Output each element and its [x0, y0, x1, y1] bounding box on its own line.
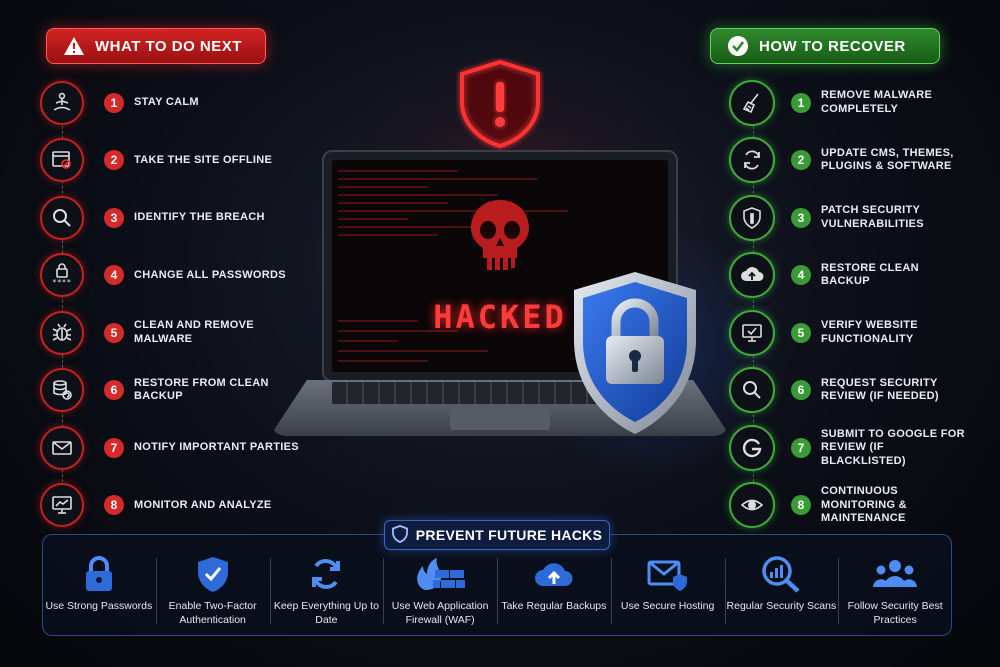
- step-number: 3: [791, 207, 811, 228]
- what-to-do-next-header: WHAT TO DO NEXT: [46, 28, 266, 64]
- step-label: SUBMIT TO GOOGLE FOR REVIEW (IF BLACKLIS…: [821, 427, 965, 467]
- skull-icon: [465, 196, 535, 279]
- list-item: 8 MONITOR AND ANALYZE: [40, 477, 314, 535]
- step-number: 6: [104, 380, 124, 401]
- list-item: 7 SUBMIT TO GOOGLE FOR REVIEW (IF BLACKL…: [729, 419, 971, 477]
- prevent-item: Use Web Application Firewall (WAF): [383, 548, 497, 636]
- step-number: 6: [791, 380, 811, 401]
- shield-icon: [729, 194, 775, 241]
- refresh-icon: [729, 137, 775, 184]
- prevent-items: Use Strong Passwords Enable Two-Factor A…: [42, 548, 952, 636]
- prevent-label: Use Secure Hosting: [620, 600, 715, 612]
- password-lock-icon: ****: [40, 253, 84, 298]
- list-item: 1 REMOVE MALWARE COMPLETELY: [729, 74, 971, 132]
- prevent-item: Use Secure Hosting: [610, 548, 725, 636]
- step-label: VERIFY WEBSITE FUNCTIONALITY: [821, 319, 918, 345]
- prevent-item: Follow Security Best Practices: [838, 548, 952, 636]
- prevent-label: Use Strong Passwords: [45, 600, 153, 612]
- how-to-recover-title: HOW TO RECOVER: [759, 37, 906, 55]
- how-to-recover-list: 1 REMOVE MALWARE COMPLETELY 2 UPDATE CMS…: [729, 74, 971, 534]
- step-number: 5: [791, 322, 811, 343]
- alert-shield-icon: [456, 58, 544, 155]
- step-label: STAY CALM: [134, 96, 199, 108]
- prevent-label: Regular Security Scans: [726, 600, 837, 612]
- prevent-item: Take Regular Backups: [497, 548, 611, 636]
- google-icon: [729, 424, 775, 471]
- step-label: REQUEST SECURITY REVIEW (IF NEEDED): [821, 376, 939, 403]
- step-number: 5: [104, 322, 124, 343]
- eye-icon: [729, 482, 775, 529]
- what-to-do-next-title: WHAT TO DO NEXT: [95, 37, 242, 55]
- prevent-item: Keep Everything Up to Date: [269, 548, 384, 636]
- list-item: 3 PATCH SECURITY VULNERABILITIES: [729, 189, 971, 247]
- prevent-item: Enable Two-Factor Authentication: [155, 548, 270, 636]
- scan-chart-icon: [761, 554, 801, 594]
- envelope-icon: [40, 425, 84, 470]
- prevent-label: Use Web Application Firewall (WAF): [391, 600, 489, 626]
- step-label: REMOVE MALWARE COMPLETELY: [821, 89, 933, 115]
- lock-shield-icon: [568, 268, 702, 443]
- list-item: 1 STAY CALM: [40, 74, 314, 132]
- step-number: 8: [104, 495, 124, 516]
- prevent-label: Enable Two-Factor Authentication: [168, 600, 257, 626]
- magnifier-icon: [40, 195, 84, 240]
- step-number: 7: [791, 437, 811, 458]
- step-label: MONITOR AND ANALYZE: [134, 498, 272, 511]
- step-label: UPDATE CMS, THEMES, PLUGINS & SOFTWARE: [821, 146, 954, 173]
- magnifier-icon: [729, 367, 775, 414]
- cloud-upload-icon: [729, 252, 775, 299]
- broom-icon: [729, 79, 775, 126]
- prevent-future-hacks-header: PREVENT FUTURE HACKS: [384, 520, 610, 550]
- shield-outline-icon: [391, 524, 408, 546]
- laptop-touchpad: [450, 408, 550, 430]
- prevent-label: Follow Security Best Practices: [847, 600, 943, 626]
- firewall-icon: [413, 554, 467, 594]
- step-number: 3: [104, 207, 124, 228]
- prevent-item: Use Strong Passwords: [42, 548, 156, 636]
- svg-text:****: ****: [52, 278, 71, 287]
- step-number: 4: [791, 265, 811, 286]
- padlock-icon: [83, 554, 115, 594]
- monitor-chart-icon: [40, 483, 84, 528]
- step-label: RESTORE CLEAN BACKUP: [821, 261, 919, 288]
- meditation-icon: [40, 80, 84, 125]
- check-circle-icon: [727, 35, 749, 57]
- cloud-backup-icon: [532, 554, 576, 594]
- monitor-check-icon: [729, 309, 775, 356]
- warning-icon: [63, 35, 85, 57]
- secure-mail-icon: [647, 554, 689, 594]
- step-number: 2: [791, 150, 811, 171]
- step-number: 1: [791, 92, 811, 113]
- browser-blocked-icon: [40, 138, 84, 183]
- shield-check-icon: [196, 554, 230, 594]
- sync-icon: [308, 554, 344, 594]
- prevent-label: Keep Everything Up to Date: [273, 600, 379, 626]
- how-to-recover-header: HOW TO RECOVER: [710, 28, 940, 64]
- step-label: CONTINUOUS MONITORING & MAINTENANCE: [821, 485, 907, 524]
- step-number: 8: [791, 495, 811, 516]
- list-item: 2 UPDATE CMS, THEMES, PLUGINS & SOFTWARE: [729, 132, 971, 190]
- prevent-label: Take Regular Backups: [501, 600, 607, 612]
- step-number: 1: [104, 92, 124, 113]
- list-item: 4 RESTORE CLEAN BACKUP: [729, 247, 971, 305]
- prevent-item: Regular Security Scans: [724, 548, 839, 636]
- database-restore-icon: [40, 368, 84, 413]
- prevent-future-hacks-title: PREVENT FUTURE HACKS: [415, 527, 603, 543]
- list-item: 5 VERIFY WEBSITE FUNCTIONALITY: [729, 304, 971, 362]
- step-number: 2: [104, 150, 124, 171]
- list-item: 6 REQUEST SECURITY REVIEW (IF NEEDED): [729, 362, 971, 420]
- list-item: 8 CONTINUOUS MONITORING & MAINTENANCE: [729, 477, 971, 535]
- step-number: 7: [104, 437, 124, 458]
- step-label: PATCH SECURITY VULNERABILITIES: [821, 204, 924, 230]
- team-icon: [872, 554, 918, 594]
- step-number: 4: [104, 265, 124, 286]
- bug-icon: [40, 310, 84, 355]
